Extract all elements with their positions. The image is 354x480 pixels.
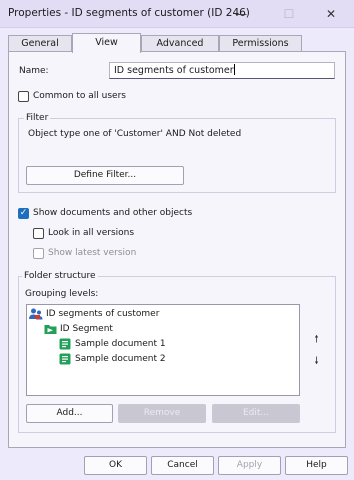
grouping-levels-tree[interactable]: ID segments of customer ID Segment Sampl…: [26, 304, 300, 396]
close-button[interactable]: ✕: [308, 0, 354, 28]
tab-permissions[interactable]: Permissions: [219, 35, 302, 52]
tab-view[interactable]: View: [72, 33, 141, 53]
name-input[interactable]: ID segments of customer: [109, 62, 335, 79]
document-green-icon: [59, 338, 71, 350]
add-button[interactable]: Add...: [26, 404, 113, 423]
common-to-all-users-checkbox[interactable]: [18, 91, 29, 102]
tab-strip: General View Advanced Permissions: [0, 28, 354, 53]
ok-button[interactable]: OK: [84, 456, 147, 475]
text-cursor: [233, 64, 235, 75]
window-title: Properties - ID segments of customer (ID…: [8, 7, 250, 19]
close-icon: ✕: [325, 7, 337, 21]
document-green-icon: [59, 353, 71, 365]
maximize-button: ☐: [266, 0, 312, 28]
show-documents-label: Show documents and other objects: [33, 208, 193, 218]
minimize-icon: —: [235, 7, 247, 21]
move-up-button[interactable]: 🠕: [309, 332, 324, 347]
edit-button: Edit...: [212, 404, 300, 423]
name-label: Name:: [19, 66, 49, 76]
maximize-icon: ☐: [283, 7, 295, 21]
arrow-up-icon: 🠕: [314, 334, 319, 345]
tab-general[interactable]: General: [8, 35, 72, 52]
filter-legend: Filter: [24, 113, 51, 123]
show-latest-version-label: Show latest version: [48, 248, 137, 258]
look-in-all-versions-checkbox[interactable]: [33, 228, 44, 239]
filter-text: Object type one of 'Customer' AND Not de…: [28, 129, 242, 139]
folder-structure-legend: Folder structure: [22, 271, 98, 281]
define-filter-button[interactable]: Define Filter...: [26, 166, 184, 185]
tab-advanced[interactable]: Advanced: [141, 35, 219, 52]
grouping-levels-label: Grouping levels:: [25, 289, 99, 299]
arrow-down-icon: 🠗: [314, 356, 319, 367]
show-documents-checkbox[interactable]: ✓: [18, 208, 29, 219]
cancel-button[interactable]: Cancel: [151, 456, 214, 475]
help-button[interactable]: Help: [285, 456, 348, 475]
name-input-value: ID segments of customer: [114, 65, 234, 76]
tree-item-label: ID Segment: [60, 324, 113, 334]
look-in-all-versions-label: Look in all versions: [48, 228, 135, 238]
tree-item-label: Sample document 2: [75, 354, 166, 364]
folder-green-icon: [44, 325, 57, 334]
tree-item-label: ID segments of customer: [46, 309, 160, 319]
apply-button: Apply: [218, 456, 281, 475]
common-to-all-users-label: Common to all users: [33, 91, 126, 101]
view-users-icon: [29, 308, 43, 320]
tree-item-label: Sample document 1: [75, 339, 166, 349]
move-down-button[interactable]: 🠗: [309, 354, 324, 369]
title-bar[interactable]: Properties - ID segments of customer (ID…: [0, 0, 354, 28]
minimize-button[interactable]: —: [218, 0, 264, 28]
remove-button: Remove: [118, 404, 206, 423]
show-latest-version-checkbox: [33, 248, 44, 259]
